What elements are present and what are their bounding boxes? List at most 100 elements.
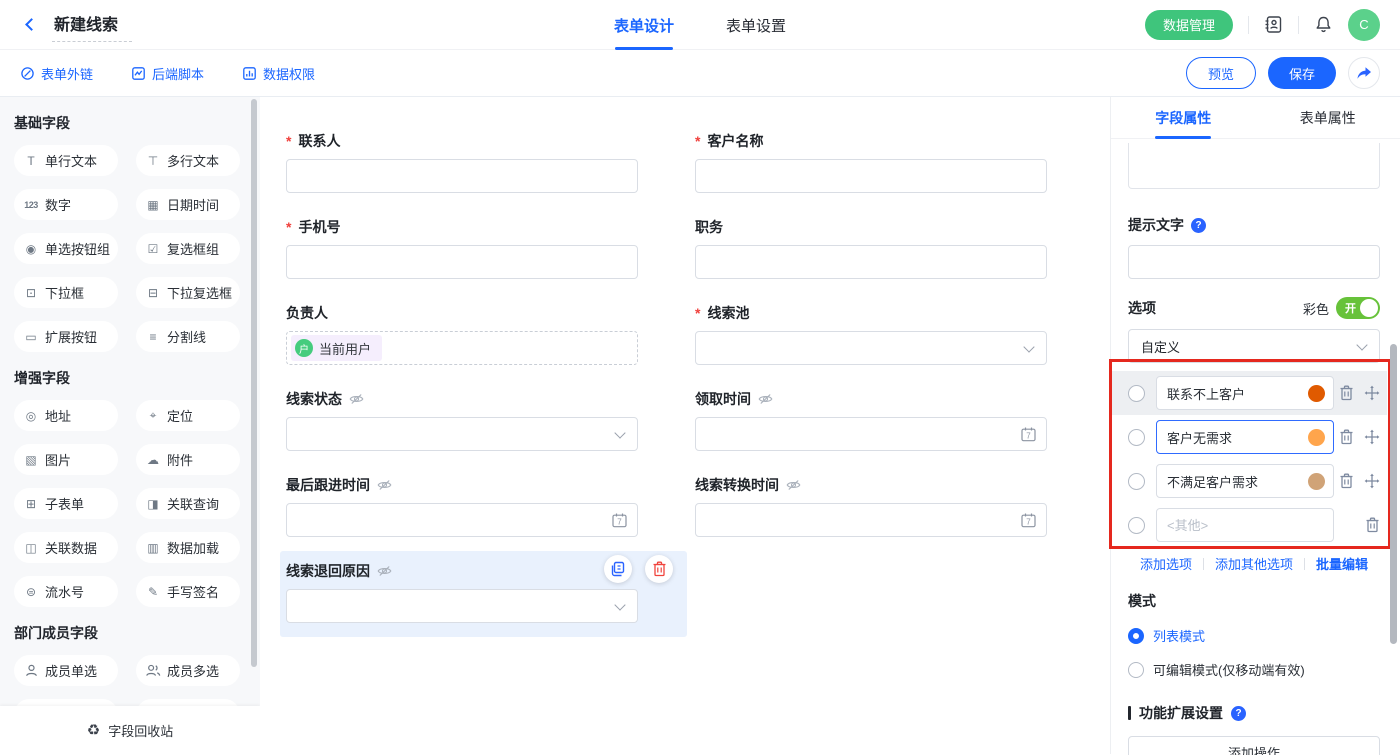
preview-button[interactable]: 预览 (1186, 57, 1256, 89)
field-pill-divider[interactable]: ≡分割线 (136, 321, 240, 352)
select-input[interactable] (695, 331, 1047, 365)
data-permission-link[interactable]: 数据权限 (242, 64, 315, 83)
tab-form-design[interactable]: 表单设计 (614, 0, 674, 50)
text-input[interactable] (695, 245, 1047, 279)
option-color-dot[interactable] (1308, 473, 1325, 490)
field-pill-related-query[interactable]: ◨关联查询 (136, 488, 240, 519)
delete-option-button[interactable] (1365, 517, 1380, 533)
field-pill-single-text[interactable]: T单行文本 (14, 145, 118, 176)
field-pill-image[interactable]: ▧图片 (14, 444, 118, 475)
user-avatar[interactable]: C (1348, 9, 1380, 41)
drag-option-handle[interactable] (1364, 385, 1380, 401)
tab-field-properties[interactable]: 字段属性 (1111, 97, 1256, 138)
option-color-dot[interactable] (1308, 429, 1325, 446)
delete-option-button[interactable] (1339, 473, 1354, 489)
drag-option-handle[interactable] (1364, 473, 1380, 489)
data-manage-button[interactable]: 数据管理 (1145, 10, 1233, 40)
add-action-button[interactable]: 添加操作 (1128, 736, 1380, 755)
field-name-input-partial[interactable] (1128, 143, 1380, 189)
select-input[interactable] (286, 417, 638, 451)
add-other-option-link[interactable]: 添加其他选项 (1215, 554, 1293, 573)
delete-option-button[interactable] (1339, 429, 1354, 445)
form-field-claim-time[interactable]: 领取时间 7 (689, 379, 1053, 465)
field-pill-address[interactable]: ◎地址 (14, 400, 118, 431)
mode-option-editable[interactable]: 可编辑模式(仅移动端有效) (1128, 660, 1380, 679)
text-input[interactable] (286, 159, 638, 193)
option-color-dot[interactable] (1308, 385, 1325, 402)
option-input-box[interactable] (1156, 464, 1334, 498)
form-field-convert-time[interactable]: 线索转换时间 7 (689, 465, 1053, 551)
help-icon[interactable]: ? (1231, 706, 1246, 721)
hint-text-input[interactable] (1128, 245, 1380, 279)
delete-option-button[interactable] (1339, 385, 1354, 401)
field-recycle-bin[interactable]: ♻ 字段回收站 (0, 706, 260, 754)
option-text-input[interactable] (1167, 474, 1308, 489)
form-field-owner[interactable]: 负责人 户 当前用户 (280, 293, 644, 379)
form-field-contact[interactable]: *联系人 (280, 121, 644, 207)
form-canvas[interactable]: *联系人 *客户名称 *手机号 职务 负责人 户 当前用 (260, 97, 1110, 754)
option-source-select[interactable]: 自定义 (1128, 329, 1380, 363)
delete-field-button[interactable] (645, 555, 673, 583)
share-button[interactable] (1348, 57, 1380, 89)
color-toggle-switch[interactable]: 开 (1336, 297, 1380, 319)
text-input[interactable] (695, 159, 1047, 193)
user-select-input[interactable]: 户 当前用户 (286, 331, 638, 365)
mode-option-list[interactable]: 列表模式 (1128, 626, 1380, 645)
panel-scrollbar[interactable] (1390, 344, 1397, 644)
form-field-customer-name[interactable]: *客户名称 (689, 121, 1053, 207)
form-field-lead-status[interactable]: 线索状态 (280, 379, 644, 465)
copy-field-button[interactable] (604, 555, 632, 583)
back-button[interactable] (20, 14, 42, 36)
date-input[interactable]: 7 (286, 503, 638, 537)
date-input[interactable]: 7 (695, 503, 1047, 537)
option-other-input[interactable] (1167, 518, 1325, 533)
field-pill-member-single[interactable]: 成员单选 (14, 655, 118, 686)
form-field-mobile[interactable]: *手机号 (280, 207, 644, 293)
field-pill-member-multi[interactable]: 成员多选 (136, 655, 240, 686)
field-pill-checkbox-group[interactable]: ☑复选框组 (136, 233, 240, 264)
field-pill-number[interactable]: 123数字 (14, 189, 118, 220)
form-field-return-reason-selected[interactable]: 线索退回原因 (280, 551, 687, 637)
option-radio[interactable] (1128, 473, 1145, 490)
field-pill-dropdown[interactable]: ⊡下拉框 (14, 277, 118, 308)
field-pill-serial-number[interactable]: ⊜流水号 (14, 576, 118, 607)
contacts-book-button[interactable] (1264, 15, 1283, 34)
option-text-input[interactable] (1167, 386, 1308, 401)
form-field-lead-pool[interactable]: *线索池 (689, 293, 1053, 379)
drag-option-handle[interactable] (1364, 429, 1380, 445)
tab-form-settings[interactable]: 表单设置 (726, 0, 786, 50)
form-field-last-follow-time[interactable]: 最后跟进时间 7 (280, 465, 644, 551)
save-button[interactable]: 保存 (1268, 57, 1336, 89)
tab-form-properties[interactable]: 表单属性 (1256, 97, 1400, 138)
form-field-job-title[interactable]: 职务 (689, 207, 1053, 293)
form-title-editable[interactable]: 新建线索 (52, 8, 132, 42)
field-pill-multi-text[interactable]: ⊤多行文本 (136, 145, 240, 176)
help-icon[interactable]: ? (1191, 218, 1206, 233)
select-input[interactable] (286, 589, 638, 623)
option-input-box[interactable] (1156, 508, 1334, 542)
option-radio[interactable] (1128, 517, 1145, 534)
add-option-link[interactable]: 添加选项 (1140, 554, 1192, 573)
field-pill-radio-group[interactable]: ◉单选按钮组 (14, 233, 118, 264)
field-pill-dropdown-multi[interactable]: ⊟下拉复选框 (136, 277, 240, 308)
option-text-input[interactable] (1167, 430, 1308, 445)
sidebar-scrollbar[interactable] (251, 99, 257, 667)
backend-script-link[interactable]: 后端脚本 (131, 64, 204, 83)
date-input[interactable]: 7 (695, 417, 1047, 451)
notifications-button[interactable] (1314, 15, 1333, 34)
field-pill-related-data[interactable]: ◫关联数据 (14, 532, 118, 563)
form-external-link[interactable]: 表单外链 (20, 64, 93, 83)
field-pill-attachment[interactable]: ☁附件 (136, 444, 240, 475)
field-pill-data-load[interactable]: ▥数据加载 (136, 532, 240, 563)
option-radio[interactable] (1128, 429, 1145, 446)
option-radio[interactable] (1128, 385, 1145, 402)
field-pill-location[interactable]: ⌖定位 (136, 400, 240, 431)
text-input[interactable] (286, 245, 638, 279)
field-pill-datetime[interactable]: ▦日期时间 (136, 189, 240, 220)
field-pill-signature[interactable]: ✎手写签名 (136, 576, 240, 607)
option-input-box[interactable] (1156, 376, 1334, 410)
batch-edit-link[interactable]: 批量编辑 (1316, 554, 1368, 573)
option-input-box-focused[interactable] (1156, 420, 1334, 454)
field-pill-subform[interactable]: ⊞子表单 (14, 488, 118, 519)
field-pill-extend-button[interactable]: ▭扩展按钮 (14, 321, 118, 352)
